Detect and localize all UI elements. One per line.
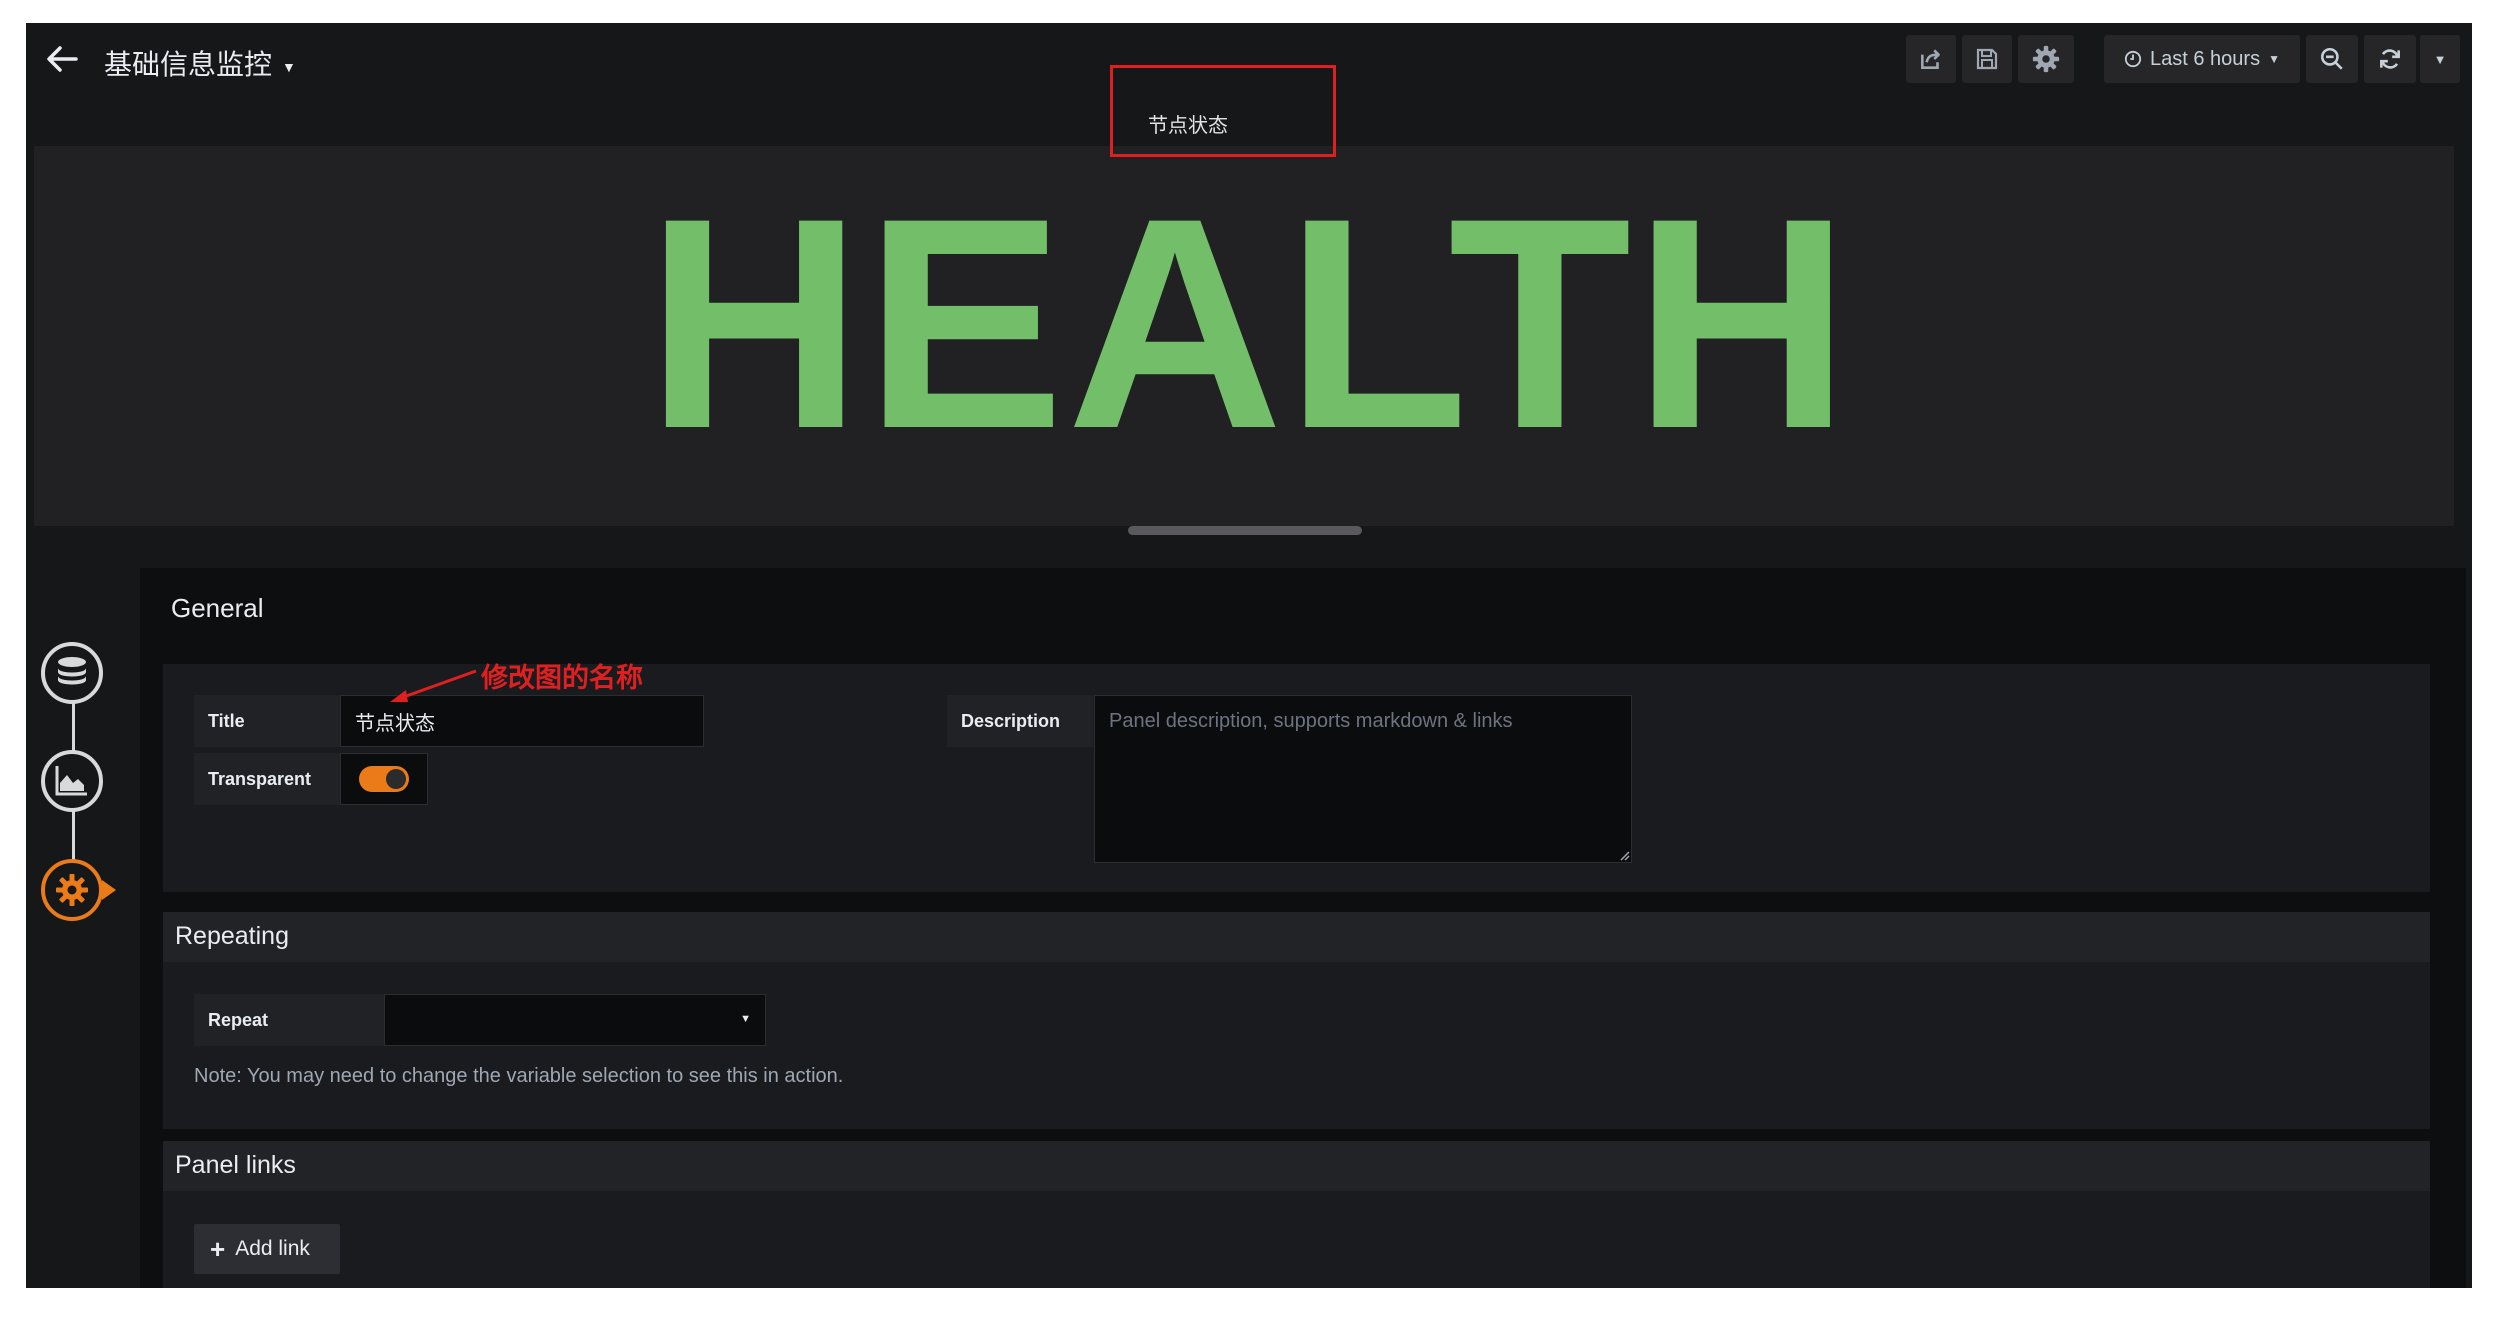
queries-step-icon[interactable] [40,641,104,705]
description-label: Description [947,695,1093,747]
dashboard-title: 基础信息监控 [104,49,273,80]
zoom-out-button[interactable] [2306,35,2358,83]
toggle-track [359,766,409,792]
clock-icon [2124,50,2142,68]
refresh-interval-dropdown[interactable]: ▼ [2420,35,2460,83]
general-heading: General [171,593,264,623]
add-link-label: Add link [235,1237,310,1260]
caret-down-icon: ▼ [740,1013,751,1025]
caret-down-icon: ▼ [2268,52,2280,66]
caret-down-icon: ▼ [2433,51,2447,67]
save-dashboard-button[interactable] [1962,35,2012,83]
title-label: Title [194,695,340,747]
panel-resize-handle[interactable] [1128,526,1362,535]
general-settings-step-icon[interactable] [40,856,122,924]
share-button[interactable] [1906,35,1956,83]
singlestat-value: HEALTH [645,155,1853,491]
panel-links-heading: Panel links [175,1151,296,1179]
add-link-button[interactable]: + Add link [194,1224,340,1274]
refresh-icon [2380,49,2400,69]
panel-links-header [163,1141,2430,1191]
dashboard-settings-button[interactable] [2018,35,2074,83]
transparent-switch[interactable] [340,753,428,805]
plus-icon: + [210,1233,226,1264]
save-icon [1976,48,1998,70]
repeat-note: Note: You may need to change the variabl… [194,1065,844,1087]
annotation-highlight-box [1110,65,1336,157]
toggle-knob [386,769,406,789]
repeating-heading: Repeating [175,922,289,950]
visualization-step-icon[interactable] [40,749,104,813]
repeating-header [163,912,2430,962]
resize-grip-icon[interactable] [1618,849,1630,861]
description-textarea[interactable]: Panel description, supports markdown & l… [1094,695,1632,863]
panel-links-section [163,1191,2430,1288]
caret-down-icon: ▼ [282,58,296,75]
repeat-label: Repeat [194,994,384,1046]
zoom-out-icon [2320,47,2343,70]
share-icon [1921,49,1940,69]
refresh-button[interactable] [2364,35,2416,83]
repeat-select[interactable]: ▼ [384,994,766,1046]
back-arrow-icon[interactable] [44,41,80,77]
annotation-text: 修改图的名称 [481,663,643,693]
annotation-arrow-icon [390,669,477,702]
grafana-panel-editor: 基础信息监控 ▼ Last 6 hours ▼ ▼ 节点状态 HEALTH Ge… [26,23,2472,1288]
time-range-picker[interactable]: Last 6 hours ▼ [2104,35,2300,83]
transparent-label: Transparent [194,753,340,805]
gear-icon [2032,45,2060,73]
time-range-label: Last 6 hours [2150,47,2261,70]
dashboard-title-dropdown[interactable]: 基础信息监控 ▼ [104,43,296,83]
